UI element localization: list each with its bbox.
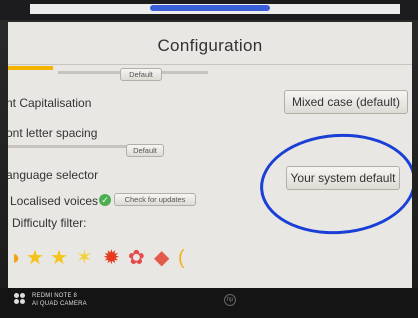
difficulty-level-7-icon[interactable]: ◆ (154, 246, 169, 270)
difficulty-level-8-icon[interactable]: ( (178, 246, 185, 270)
progress-indicator (8, 66, 53, 70)
difficulty-level-2-icon[interactable]: ★ (26, 246, 44, 270)
top-accent (150, 5, 270, 11)
capitalisation-button[interactable]: Mixed case (default) (284, 90, 408, 114)
difficulty-level-5-icon[interactable]: ✹ (103, 246, 120, 270)
top-bezel (0, 0, 418, 20)
annotation-circle (256, 128, 412, 240)
difficulty-level-1-icon[interactable]: ◗ (10, 246, 22, 270)
configuration-window: Configuration Default nt Capitalisation … (8, 22, 412, 288)
capitalisation-label: nt Capitalisation (8, 96, 92, 110)
watermark-line-1: REDMI NOTE 8 (32, 293, 78, 299)
default-button-2[interactable]: Default (126, 144, 164, 157)
difficulty-filter-label: Difficulty filter: (12, 216, 87, 230)
watermark-line-2: AI QUAD CAMERA (32, 301, 87, 307)
title-divider (8, 64, 412, 65)
difficulty-level-3-icon[interactable]: ★ (50, 246, 68, 270)
laptop-logo-icon: hp (224, 294, 236, 306)
window-title: Configuration (157, 36, 263, 55)
check-icon: ✓ (99, 194, 111, 206)
check-for-updates-button[interactable]: Check for updates (114, 193, 196, 206)
letter-spacing-label: ont letter spacing (8, 126, 98, 140)
language-selector-label: anguage selector (8, 168, 99, 182)
camera-icon (14, 293, 28, 305)
localised-voices-label: Localised voices (10, 194, 99, 208)
difficulty-level-4-icon[interactable]: ✶ (76, 246, 93, 270)
default-button-1[interactable]: Default (120, 68, 162, 81)
difficulty-level-6-icon[interactable]: ✿ (128, 246, 145, 270)
